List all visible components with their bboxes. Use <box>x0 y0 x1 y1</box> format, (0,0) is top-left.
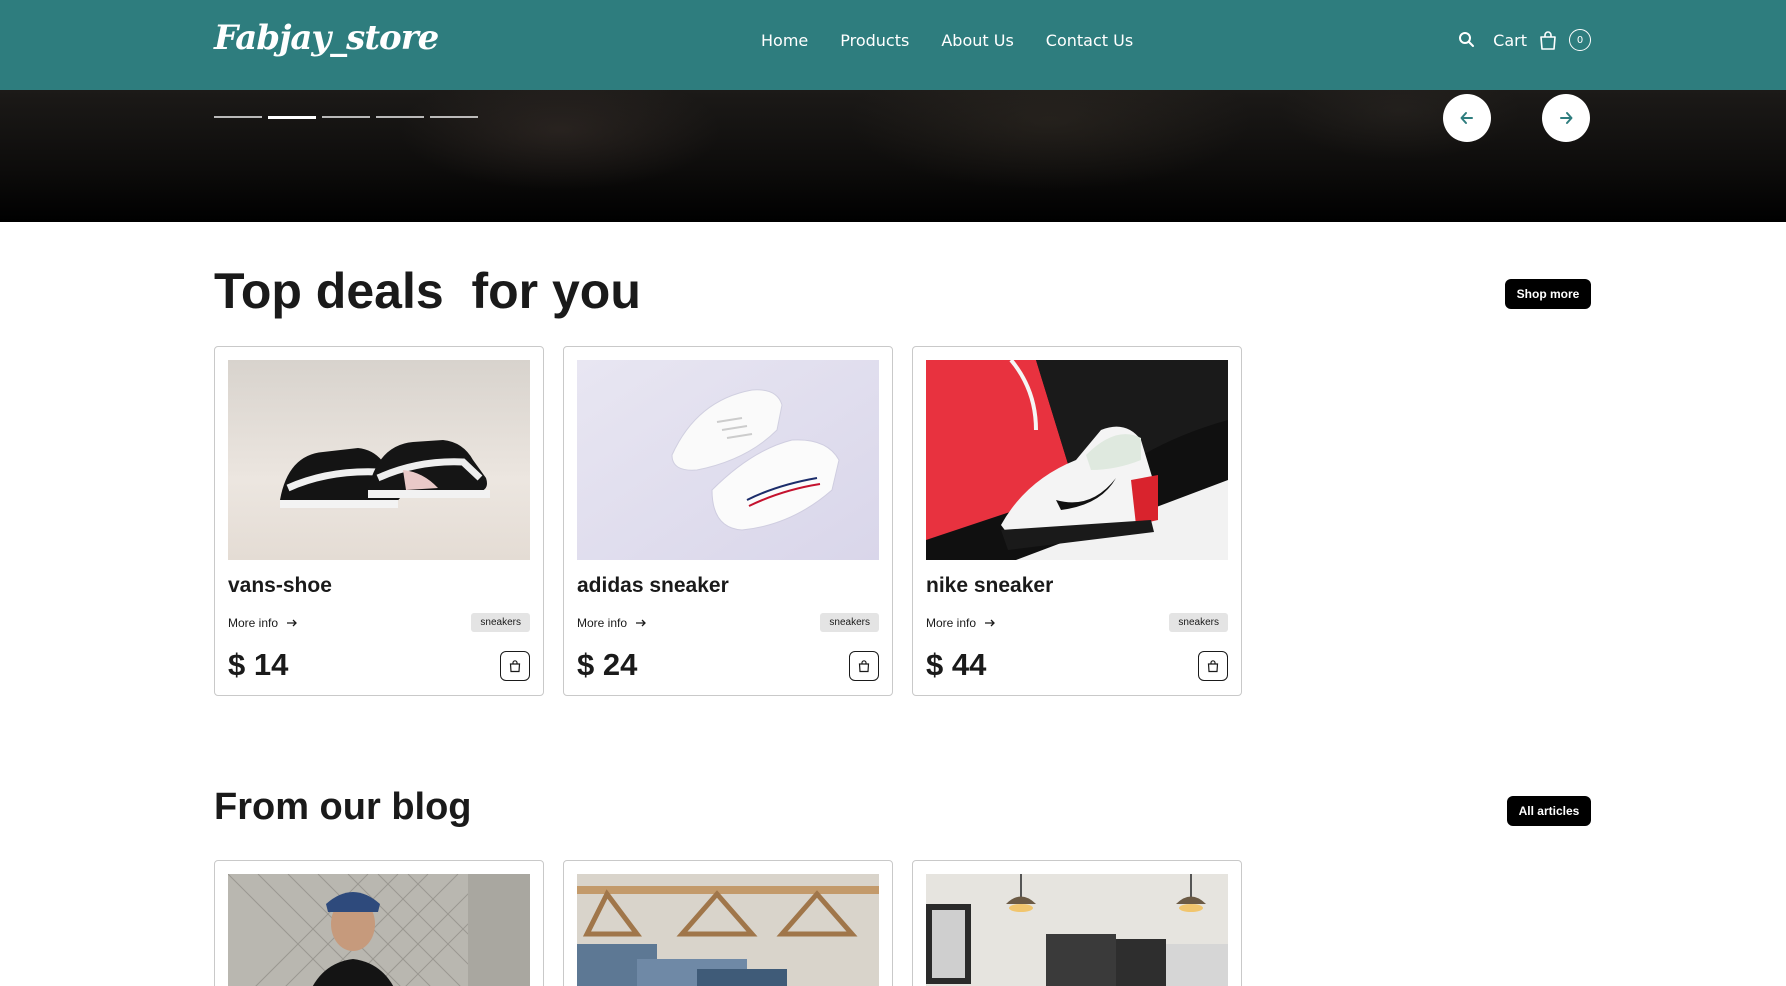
more-info-label: More info <box>228 616 279 630</box>
arrow-right-icon <box>287 619 297 627</box>
blog-section-title: From our blog <box>214 786 472 828</box>
shopping-bag-icon[interactable] <box>1537 29 1559 51</box>
product-name[interactable]: vans-shoe <box>228 574 332 598</box>
shopping-bag-icon <box>509 660 521 673</box>
slider-dot[interactable] <box>376 116 424 118</box>
shopping-bag-icon <box>1207 660 1219 673</box>
product-name[interactable]: nike sneaker <box>926 574 1053 598</box>
category-tag: sneakers <box>1169 613 1228 632</box>
slider-dot[interactable] <box>214 116 262 118</box>
more-info-link[interactable]: More info <box>577 616 647 630</box>
slider-next-button[interactable] <box>1542 94 1590 142</box>
shop-more-button[interactable]: Shop more <box>1505 279 1591 309</box>
blog-image[interactable] <box>577 874 879 986</box>
slider-indicators <box>214 115 478 119</box>
arrow-left-icon <box>1460 112 1473 124</box>
product-card[interactable]: adidas sneaker More info sneakers $ 24 <box>563 346 893 696</box>
hero-banner <box>0 90 1786 222</box>
blog-card[interactable] <box>214 860 544 986</box>
add-to-cart-button[interactable] <box>500 651 530 681</box>
category-tag: sneakers <box>820 613 879 632</box>
blog-image[interactable] <box>228 874 530 986</box>
shopping-bag-icon <box>858 660 870 673</box>
nav-contact-us[interactable]: Contact Us <box>1046 31 1133 50</box>
slider-dot[interactable] <box>430 116 478 118</box>
cart-count-badge[interactable]: 0 <box>1569 29 1591 51</box>
product-price: $ 44 <box>926 647 987 682</box>
blog-image[interactable] <box>926 874 1228 986</box>
cart-label[interactable]: Cart <box>1493 31 1527 50</box>
nav-about-us[interactable]: About Us <box>941 31 1013 50</box>
nav-home[interactable]: Home <box>761 31 808 50</box>
blog-card[interactable] <box>563 860 893 986</box>
hero-background-image <box>0 90 1786 222</box>
add-to-cart-button[interactable] <box>1198 651 1228 681</box>
product-price: $ 24 <box>577 647 638 682</box>
site-logo[interactable]: Fabjay_store <box>214 18 439 58</box>
product-name[interactable]: adidas sneaker <box>577 574 729 598</box>
site-header: Fabjay_store Home Products About Us Cont… <box>0 0 1786 90</box>
arrow-right-icon <box>636 619 646 627</box>
more-info-label: More info <box>577 616 628 630</box>
more-info-link[interactable]: More info <box>228 616 298 630</box>
deals-section-title: Top deals for you <box>214 263 641 319</box>
product-card[interactable]: vans-shoe More info sneakers $ 14 <box>214 346 544 696</box>
product-price: $ 14 <box>228 647 289 682</box>
more-info-link[interactable]: More info <box>926 616 996 630</box>
slider-dot-active[interactable] <box>268 115 316 119</box>
header-actions: Cart 0 <box>1457 29 1591 51</box>
arrow-right-icon <box>1560 112 1573 124</box>
more-info-label: More info <box>926 616 977 630</box>
nav-products[interactable]: Products <box>840 31 909 50</box>
category-tag: sneakers <box>471 613 530 632</box>
arrow-right-icon <box>985 619 995 627</box>
product-image[interactable] <box>228 360 530 560</box>
product-image[interactable] <box>577 360 879 560</box>
slider-dot[interactable] <box>322 116 370 118</box>
add-to-cart-button[interactable] <box>849 651 879 681</box>
search-icon[interactable] <box>1457 30 1477 50</box>
product-card[interactable]: nike sneaker More info sneakers $ 44 <box>912 346 1242 696</box>
slider-prev-button[interactable] <box>1443 94 1491 142</box>
all-articles-button[interactable]: All articles <box>1507 796 1591 826</box>
blog-card[interactable] <box>912 860 1242 986</box>
main-nav: Home Products About Us Contact Us <box>761 31 1133 50</box>
product-image[interactable] <box>926 360 1228 560</box>
